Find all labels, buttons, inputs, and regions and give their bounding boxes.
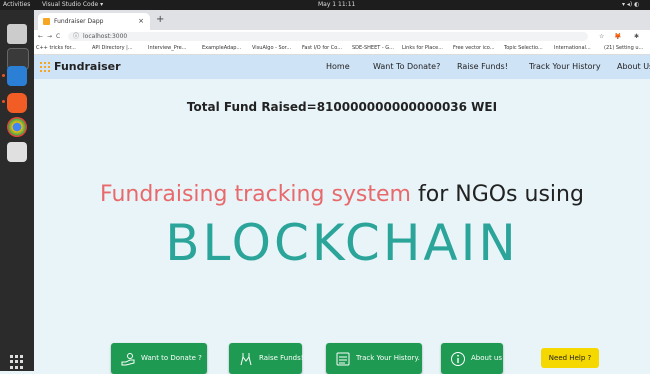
history-list-icon (336, 352, 350, 366)
hero-headline-highlight: Fundraising tracking system (100, 182, 411, 207)
tab-close-button[interactable]: × (138, 13, 144, 30)
bookmark-item[interactable]: Links for Place... (402, 43, 443, 54)
bookmark-item[interactable]: (21) Setting u... (604, 43, 643, 54)
extensions-icon[interactable]: ✱ (634, 30, 639, 43)
nav-raise-funds[interactable]: Raise Funds! (457, 55, 508, 79)
document-viewer-icon[interactable] (7, 142, 27, 162)
bookmark-item[interactable]: SDE-SHEET - G... (352, 43, 394, 54)
nav-track-history[interactable]: Track Your History (529, 55, 601, 79)
show-apps-icon[interactable] (10, 355, 24, 369)
reload-icon[interactable]: C (56, 30, 60, 43)
bookmark-item[interactable]: VisuAlgo - Sor... (252, 43, 291, 54)
app-navbar: Fundraiser Home Want To Donate? Raise Fu… (34, 55, 650, 79)
browser-window: Fundraiser Dapp × + ← → C ⓘ localhost:30… (34, 10, 650, 374)
tab-strip: Fundraiser Dapp × + (34, 10, 650, 30)
bookmark-item[interactable]: International... (554, 43, 591, 54)
raise-funds-button[interactable]: Raise Funds! (229, 343, 304, 374)
forward-icon[interactable]: → (47, 30, 52, 43)
hero-headline-rest: for NGOs using (411, 182, 584, 207)
system-tray[interactable]: ▾ ◂) ◐ (622, 0, 639, 10)
donate-hand-icon (121, 353, 135, 366)
bookmark-item[interactable]: C++ tricks for... (36, 43, 76, 54)
need-help-button[interactable]: Need Help ? (541, 348, 599, 368)
running-indicator (2, 100, 5, 103)
files-icon[interactable] (7, 24, 27, 44)
back-icon[interactable]: ← (38, 30, 43, 43)
bookmark-item[interactable]: ExampleAdap... (202, 43, 241, 54)
nav-home[interactable]: Home (326, 55, 350, 79)
about-us-label: About us (471, 354, 503, 362)
chrome-icon[interactable] (7, 117, 27, 137)
favicon-icon (43, 18, 50, 25)
running-indicator (2, 74, 5, 77)
total-fund-raised: Total Fund Raised=810000000000000036 WEI (186, 100, 498, 114)
tab-title: Fundraiser Dapp (54, 18, 104, 25)
metamask-extension-icon[interactable]: 🦊 (614, 30, 621, 43)
hero-blockchain-title: BLOCKCHAIN (165, 214, 519, 272)
grid-logo-icon (40, 62, 50, 72)
browser-tab[interactable]: Fundraiser Dapp × (38, 13, 150, 30)
bookmarks-bar: C++ tricks for... API Directory |... Int… (34, 43, 650, 55)
bookmark-item[interactable]: Topic Selectio... (504, 43, 543, 54)
url-text: localhost:3000 (83, 33, 128, 40)
site-info-icon[interactable]: ⓘ (73, 30, 79, 43)
about-us-button[interactable]: About us (441, 343, 503, 374)
bookmark-item[interactable]: Fast I/O for Co... (302, 43, 342, 54)
track-history-label: Track Your History. (356, 354, 420, 362)
bookmark-item[interactable]: API Directory |... (92, 43, 133, 54)
want-to-donate-label: Want to Donate ? (141, 354, 202, 362)
vscode-icon[interactable] (7, 66, 27, 86)
want-to-donate-button[interactable]: Want to Donate ? (111, 343, 207, 374)
ubuntu-dock (0, 10, 34, 371)
system-top-bar: Activities Visual Studio Code ▾ May 1 11… (0, 0, 650, 10)
track-history-button[interactable]: Track Your History. (326, 343, 422, 374)
activities-button[interactable]: Activities (3, 0, 30, 10)
address-bar-row: ← → C ⓘ localhost:3000 ☆ 🦊 ✱ (34, 30, 650, 43)
system-clock[interactable]: May 1 11:11 (318, 0, 355, 10)
bookmark-item[interactable]: Free vector ico... (453, 43, 495, 54)
new-tab-button[interactable]: + (156, 13, 164, 27)
brand-name[interactable]: Fundraiser (54, 55, 121, 79)
active-app-menu[interactable]: Visual Studio Code ▾ (42, 0, 103, 10)
raise-hands-icon (240, 353, 252, 366)
url-field[interactable]: ⓘ localhost:3000 (68, 32, 588, 41)
hero-headline: Fundraising tracking system for NGOs usi… (34, 182, 650, 207)
nav-about-us[interactable]: About Us (617, 55, 650, 79)
bookmark-item[interactable]: Interview_Pre... (148, 43, 186, 54)
bookmark-star-icon[interactable]: ☆ (599, 30, 604, 43)
nav-want-to-donate[interactable]: Want To Donate? (373, 55, 440, 79)
brave-browser-icon[interactable] (7, 93, 27, 113)
info-icon (451, 352, 465, 366)
raise-funds-label: Raise Funds! (259, 354, 304, 362)
